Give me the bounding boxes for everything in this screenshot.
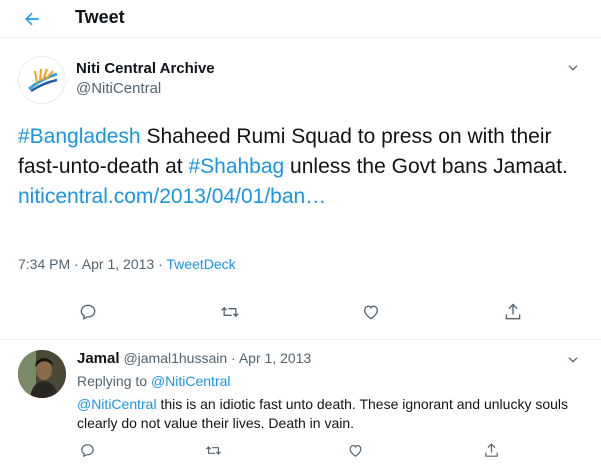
author-handle[interactable]: @NitiCentral bbox=[76, 80, 161, 97]
hashtag-link[interactable]: #Shahbag bbox=[188, 155, 284, 178]
reply-date[interactable]: Apr 1, 2013 bbox=[239, 350, 311, 366]
top-bar: Tweet bbox=[0, 0, 601, 38]
like-icon bbox=[364, 305, 378, 320]
author-name[interactable]: Niti Central Archive bbox=[76, 60, 215, 77]
page-title: Tweet bbox=[75, 7, 125, 27]
tweet-meta: 7:34 PM · Apr 1, 2013 · TweetDeck bbox=[18, 256, 236, 272]
tweet-text-part: unless the Govt bans Jamaat. bbox=[284, 155, 568, 178]
like-button[interactable] bbox=[359, 300, 383, 324]
avatar[interactable] bbox=[18, 350, 66, 398]
url-link[interactable]: niticentral.com/2013/04/01/ban… bbox=[18, 185, 326, 208]
main-tweet: Niti Central Archive @NitiCentral #Bangl… bbox=[0, 38, 601, 340]
reply-text: @NitiCentral this is an idiotic fast unt… bbox=[77, 395, 587, 433]
hashtag-link[interactable]: #Bangladesh bbox=[18, 125, 141, 148]
reply-header: Jamal @jamal1hussain · Apr 1, 2013 bbox=[77, 350, 311, 367]
share-icon bbox=[505, 303, 521, 320]
reply-share-button[interactable] bbox=[481, 440, 501, 460]
timestamp[interactable]: 7:34 PM · Apr 1, 2013 · bbox=[18, 256, 166, 272]
niti-central-logo-icon bbox=[28, 68, 58, 93]
tweet-text: #Bangladesh Shaheed Rumi Squad to press … bbox=[18, 122, 588, 212]
arrow-left-icon bbox=[25, 12, 39, 26]
replying-to: Replying to @NitiCentral bbox=[77, 373, 231, 389]
tweet-actions bbox=[0, 300, 601, 326]
reply-author-handle[interactable]: @jamal1hussain bbox=[123, 350, 227, 366]
avatar[interactable] bbox=[18, 56, 66, 104]
share-icon bbox=[484, 442, 498, 457]
reply-button[interactable] bbox=[76, 300, 100, 324]
retweet-button[interactable] bbox=[218, 300, 242, 324]
reply-like-button[interactable] bbox=[345, 440, 365, 460]
user-photo-icon bbox=[18, 350, 66, 398]
reply-icon bbox=[80, 304, 96, 320]
separator: · bbox=[227, 350, 239, 366]
reply-icon bbox=[80, 443, 94, 457]
retweet-icon bbox=[205, 445, 221, 455]
replying-to-link[interactable]: @NitiCentral bbox=[151, 373, 231, 389]
more-options-button[interactable] bbox=[563, 58, 583, 78]
share-button[interactable] bbox=[501, 300, 525, 324]
like-icon bbox=[349, 444, 361, 457]
reply-actions bbox=[0, 440, 601, 462]
source-link[interactable]: TweetDeck bbox=[166, 256, 235, 272]
retweet-icon bbox=[221, 306, 239, 318]
reply-retweet-button[interactable] bbox=[203, 440, 223, 460]
chevron-down-icon bbox=[568, 357, 578, 363]
chevron-down-icon bbox=[568, 65, 578, 71]
reply-tweet[interactable]: Jamal @jamal1hussain · Apr 1, 2013 Reply… bbox=[0, 340, 601, 471]
replying-to-label: Replying to bbox=[77, 373, 151, 389]
back-button[interactable] bbox=[20, 7, 44, 31]
reply-more-options-button[interactable] bbox=[563, 350, 583, 370]
reply-author-name[interactable]: Jamal bbox=[77, 350, 120, 367]
reply-reply-button[interactable] bbox=[77, 440, 97, 460]
mention-link[interactable]: @NitiCentral bbox=[77, 396, 157, 412]
